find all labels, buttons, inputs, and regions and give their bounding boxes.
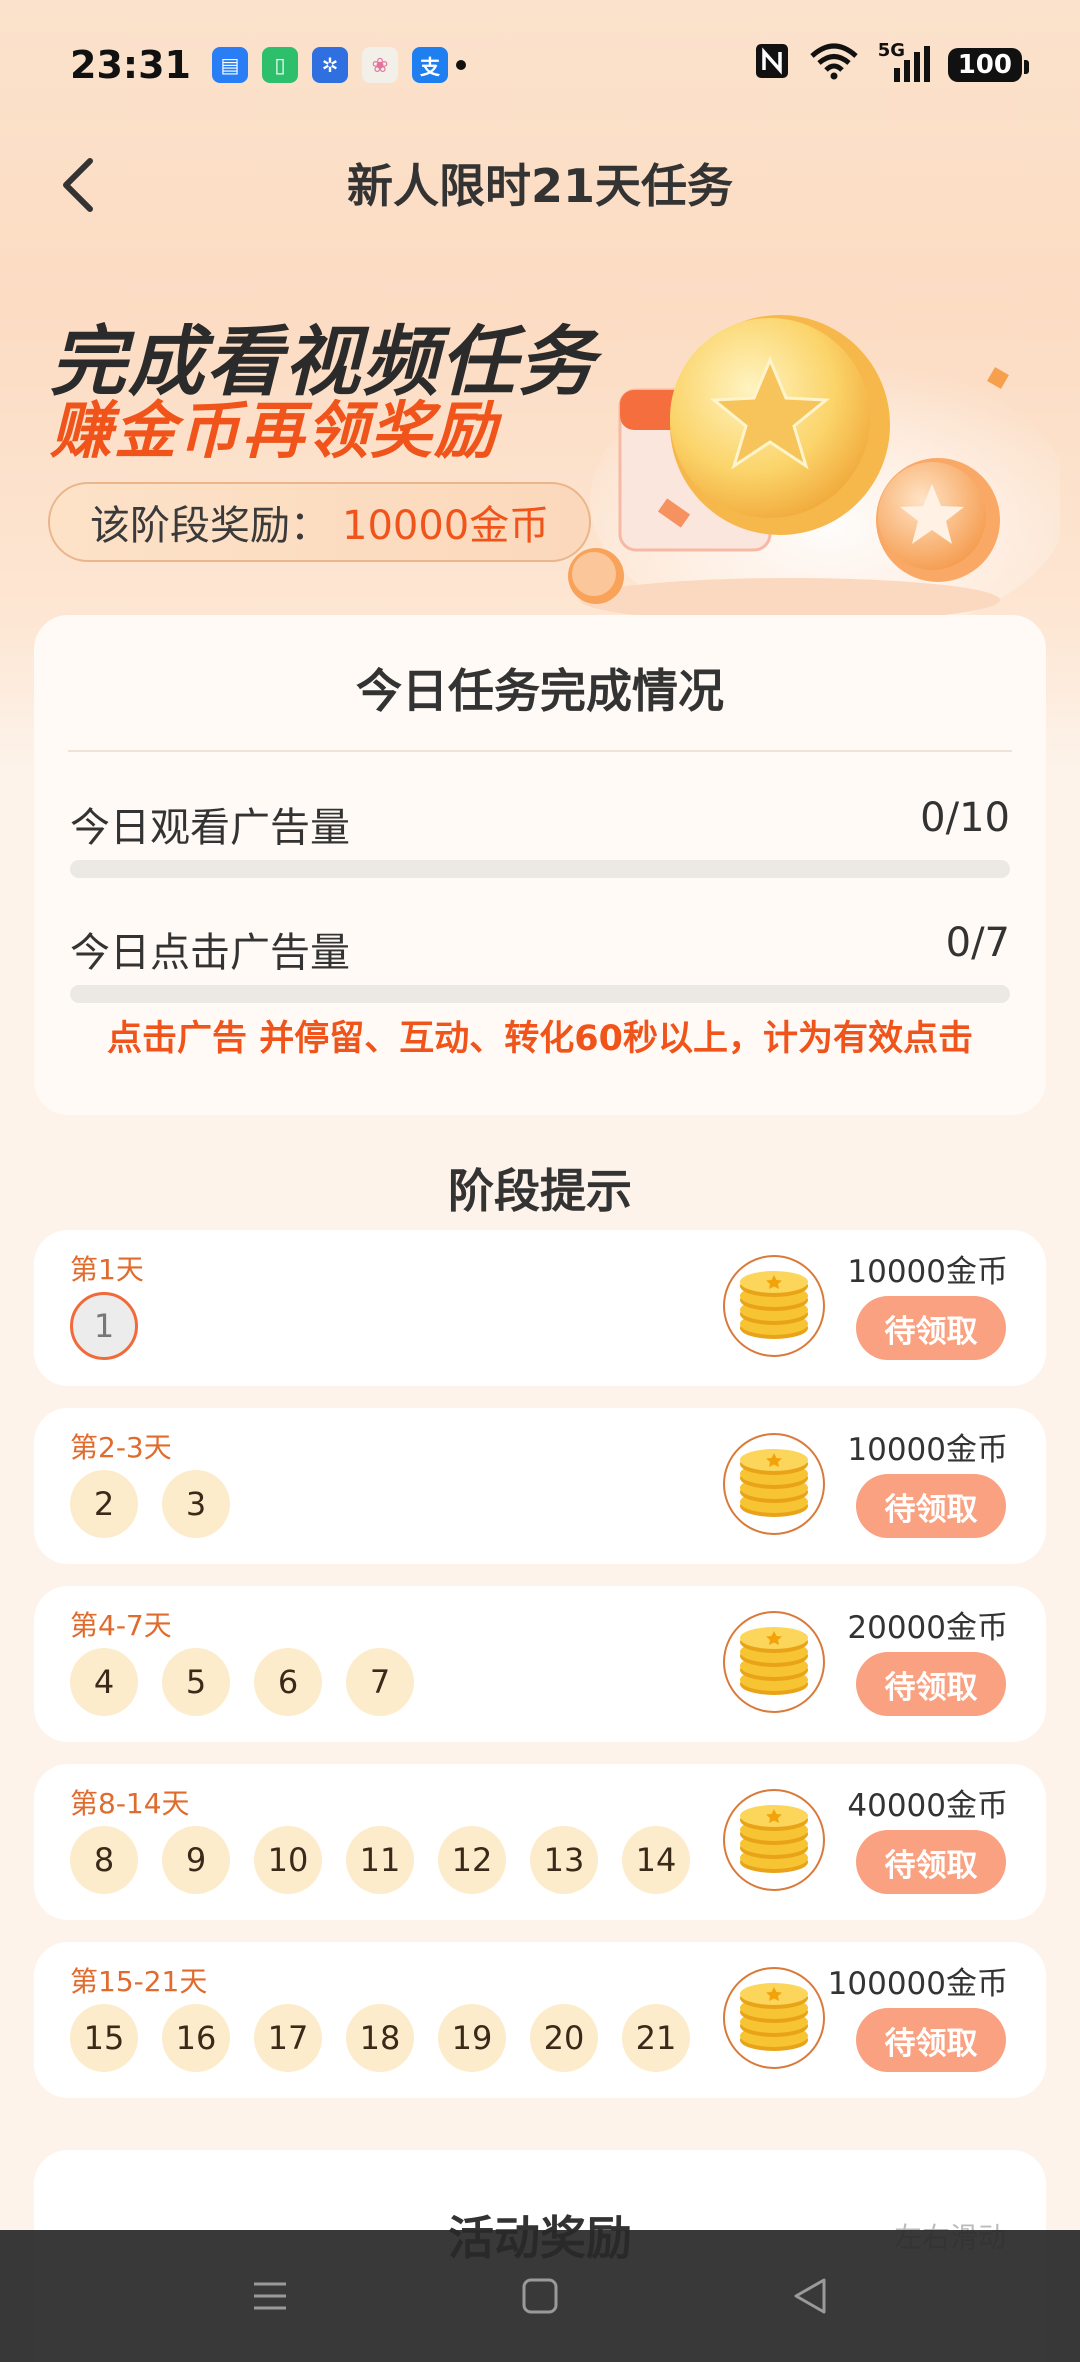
coin-stack-icon	[723, 1255, 825, 1357]
stage-card: 第4-7天 4 5 6 7 20000金币待领取	[34, 1586, 1046, 1742]
message-icon: ▤	[212, 47, 248, 83]
menu-icon	[254, 2282, 286, 2310]
day-circle: 21	[622, 2004, 690, 2072]
stage-card: 第8-14天 8 9 10 11 12 13 14 40000金币待领取	[34, 1764, 1046, 1920]
day-circle: 5	[162, 1648, 230, 1716]
stage-reward-label: 该阶段奖励：	[90, 503, 330, 549]
metric-value: 0/10	[920, 795, 1010, 841]
day-circle: 1	[70, 1292, 138, 1360]
nav-bar: 新人限时21天任务	[0, 130, 1080, 240]
coin-stack-icon	[723, 1611, 825, 1713]
photos-icon: ❀	[362, 47, 398, 83]
stage-reward-amount: 20000金币	[847, 1610, 1008, 1646]
stage-reward-amount: 100000金币	[827, 1966, 1008, 2002]
claim-reward-button[interactable]: 待领取	[856, 1830, 1006, 1894]
nfc-icon	[754, 42, 790, 89]
home-square-icon	[522, 2278, 558, 2314]
day-circle: 20	[530, 2004, 598, 2072]
claim-reward-button[interactable]: 待领取	[856, 1652, 1006, 1716]
menu-button[interactable]	[240, 2266, 300, 2326]
day-circle: 19	[438, 2004, 506, 2072]
stage-day-range: 第1天	[70, 1253, 144, 1286]
divider	[68, 750, 1012, 752]
status-time: 23:31	[70, 43, 191, 87]
day-circle: 9	[162, 1826, 230, 1894]
day-circle: 4	[70, 1648, 138, 1716]
network-type: 5G	[877, 40, 906, 61]
stage-day-range: 第2-3天	[70, 1431, 172, 1464]
stage-day-list: 4567	[70, 1648, 414, 1716]
metric-row-clicks: 今日点击广告量 0/7	[70, 920, 1010, 978]
day-circle: 10	[254, 1826, 322, 1894]
day-circle: 2	[70, 1470, 138, 1538]
day-circle: 6	[254, 1648, 322, 1716]
hero-banner: 完成看视频任务 赚金币再领奖励 该阶段奖励： 10000金币	[0, 280, 1080, 620]
day-circle: 8	[70, 1826, 138, 1894]
stage-reward-value: 10000金币	[342, 503, 550, 549]
stage-card: 第15-21天 15 16 17 18 19 20 21 100000金币待领取	[34, 1942, 1046, 2098]
day-circle: 12	[438, 1826, 506, 1894]
day-circle: 3	[162, 1470, 230, 1538]
stage-reward-amount: 10000金币	[847, 1254, 1008, 1290]
today-task-card: 今日任务完成情况 今日观看广告量 0/10 今日点击广告量 0/7 点击广告 并…	[34, 615, 1046, 1115]
day-circle: 13	[530, 1826, 598, 1894]
cellular-signal-icon: 5G	[878, 40, 930, 84]
day-circle: 16	[162, 2004, 230, 2072]
battery-app-icon: ▯	[262, 47, 298, 83]
today-task-title: 今日任务完成情况	[356, 664, 724, 718]
valid-click-note: 点击广告 并停留、互动、转化60秒以上，计为有效点击	[107, 1019, 973, 1059]
more-notifications-dot	[456, 60, 466, 70]
stage-day-range: 第15-21天	[70, 1965, 208, 1998]
wifi-icon	[808, 42, 860, 89]
back-triangle-icon	[794, 2278, 826, 2314]
day-circle: 15	[70, 2004, 138, 2072]
stage-day-range: 第4-7天	[70, 1609, 172, 1642]
stage-reward-amount: 10000金币	[847, 1432, 1008, 1468]
stage-day-list: 1	[70, 1292, 138, 1360]
gold-coin-illustration	[568, 315, 1060, 620]
stage-reward-pill: 该阶段奖励： 10000金币	[48, 482, 592, 562]
status-right: 5G 100	[754, 40, 1030, 89]
home-button[interactable]	[510, 2266, 570, 2326]
day-circle: 17	[254, 2004, 322, 2072]
battery-indicator: 100	[947, 48, 1030, 82]
stage-day-list: 23	[70, 1470, 230, 1538]
claim-reward-button[interactable]: 待领取	[856, 1296, 1006, 1360]
day-circle: 7	[346, 1648, 414, 1716]
hero-subheadline: 赚金币再领奖励	[50, 394, 499, 467]
back-system-button[interactable]	[780, 2266, 840, 2326]
stage-day-range: 第8-14天	[70, 1787, 190, 1820]
page-title: 新人限时21天任务	[346, 159, 733, 213]
stage-card: 第1天 1 10000金币待领取	[34, 1230, 1046, 1386]
stage-reward-amount: 40000金币	[847, 1788, 1008, 1824]
metric-row-views: 今日观看广告量 0/10	[70, 795, 1010, 853]
metric-label: 今日观看广告量	[70, 805, 350, 851]
status-bar: 23:31 ▤ ▯ ✲ ❀ 支 5G 100	[0, 0, 1080, 130]
pinwheel-icon: ✲	[312, 47, 348, 83]
status-app-icons: ▤ ▯ ✲ ❀ 支	[212, 47, 448, 83]
metric-label: 今日点击广告量	[70, 930, 350, 976]
alipay-icon: 支	[412, 47, 448, 83]
claim-reward-button[interactable]: 待领取	[856, 2008, 1006, 2072]
system-navigation-bar	[0, 2230, 1080, 2362]
stage-section-title: 阶段提示	[448, 1164, 632, 1218]
day-circle: 11	[346, 1826, 414, 1894]
coin-stack-icon	[723, 1967, 825, 2069]
stage-day-list: 8 9 10 11 12 13 14	[70, 1826, 690, 1894]
day-circle: 18	[346, 2004, 414, 2072]
claim-reward-button[interactable]: 待领取	[856, 1474, 1006, 1538]
coin-stack-icon	[723, 1433, 825, 1535]
day-circle: 14	[622, 1826, 690, 1894]
stage-card: 第2-3天 2 3 10000金币待领取	[34, 1408, 1046, 1564]
coin-stack-icon	[723, 1789, 825, 1891]
metric-value: 0/7	[945, 920, 1010, 966]
progress-bar-views	[70, 860, 1010, 878]
stage-day-list: 15 16 17 18 19 20 21	[70, 2004, 690, 2072]
progress-bar-clicks	[70, 985, 1010, 1003]
